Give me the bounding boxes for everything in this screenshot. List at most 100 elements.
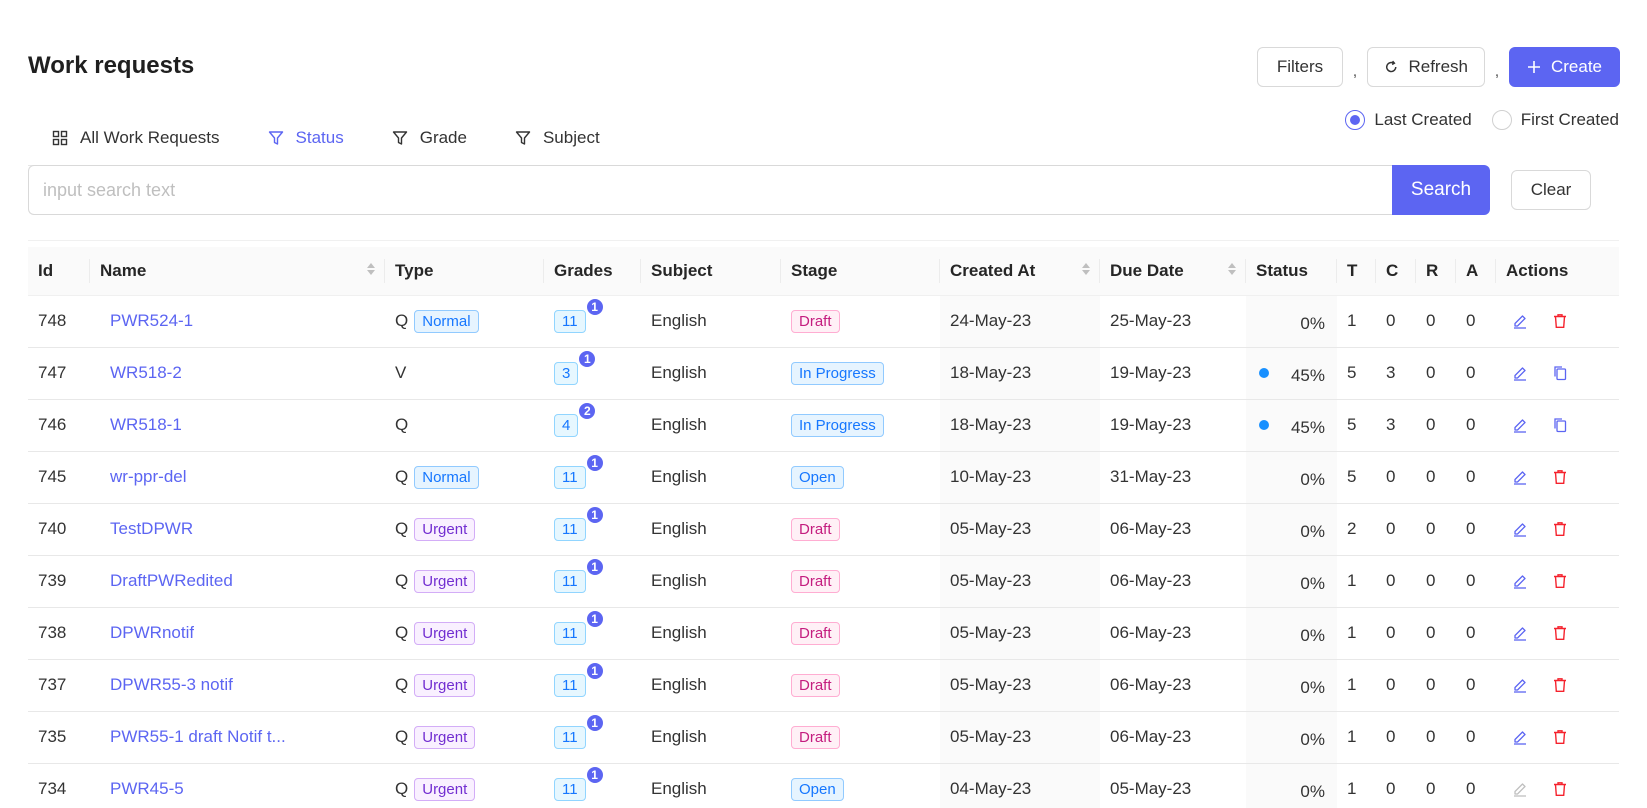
- type-value: V: [395, 363, 407, 382]
- priority-tag: Normal: [414, 309, 479, 333]
- cell-a: 0: [1456, 607, 1496, 660]
- cell-stage: Draft: [781, 607, 940, 660]
- clear-button[interactable]: Clear: [1511, 170, 1591, 210]
- table-row[interactable]: 748 PWR524-1 Q Normal 11 1 English Draft 24-May-…: [28, 295, 1619, 348]
- cell-stage: Draft: [781, 711, 940, 764]
- radio-first-created[interactable]: First Created: [1491, 110, 1619, 130]
- cell-actions: [1496, 399, 1619, 452]
- delete-icon[interactable]: [1552, 625, 1568, 641]
- create-button[interactable]: Create: [1509, 47, 1620, 87]
- search-button[interactable]: Search: [1392, 165, 1490, 215]
- delete-icon[interactable]: [1552, 469, 1568, 485]
- status-dot-icon: [1259, 368, 1269, 378]
- grade-wrap: 11 1: [554, 765, 604, 801]
- type-value: Q: [395, 570, 409, 590]
- cell-c: 0: [1376, 555, 1416, 608]
- edit-icon[interactable]: [1512, 677, 1528, 693]
- tab-all-work-requests[interactable]: All Work Requests: [28, 110, 244, 166]
- delete-icon[interactable]: [1552, 781, 1568, 797]
- grade-count-badge: 1: [578, 349, 597, 368]
- delete-icon[interactable]: [1552, 573, 1568, 589]
- work-request-link[interactable]: DPWRnotif: [100, 623, 194, 643]
- cell-a: 0: [1456, 399, 1496, 452]
- cell-subject: English: [641, 607, 781, 660]
- grade-wrap: 42: [554, 401, 597, 437]
- table-row[interactable]: 734 PWR45-5 Q Urgent 11 1 English Open 04-May-23…: [28, 763, 1619, 808]
- edit-icon[interactable]: [1512, 521, 1528, 537]
- radio-circle[interactable]: [1491, 110, 1512, 130]
- edit-icon[interactable]: [1512, 313, 1528, 329]
- refresh-icon: [1386, 60, 1397, 73]
- grade-tag: 11: [554, 621, 586, 645]
- table-row[interactable]: 737 DPWR55-3 notif Q Urgent 11 1 English Draft 0…: [28, 659, 1619, 712]
- table-row[interactable]: 745 wr-ppr-del Q Normal 11 1 English Open 10-May…: [28, 451, 1619, 504]
- delete-icon[interactable]: [1552, 677, 1568, 693]
- search-input[interactable]: [28, 165, 1392, 215]
- cell-grades: 31: [544, 347, 641, 400]
- cell-actions: [1496, 763, 1619, 808]
- edit-icon[interactable]: [1512, 365, 1528, 381]
- grade-count-badge: 1: [585, 297, 604, 316]
- delete-icon[interactable]: [1552, 313, 1568, 329]
- status-progress: 45%: [1256, 360, 1337, 386]
- edit-icon[interactable]: [1512, 729, 1528, 745]
- delete-icon[interactable]: [1552, 729, 1568, 745]
- cell-type: Q Urgent: [385, 763, 544, 808]
- table-row[interactable]: 739 DraftPWRedited Q Urgent 11 1 English Draft 0…: [28, 555, 1619, 608]
- grade-tag: 11: [554, 725, 586, 749]
- work-request-link[interactable]: PWR524-1: [100, 311, 193, 331]
- radio-last-created[interactable]: Last Created: [1345, 110, 1472, 130]
- tab-status[interactable]: Status: [244, 110, 368, 167]
- grade-wrap: 11 1: [554, 505, 604, 541]
- separator: ,: [1352, 63, 1358, 80]
- grade-tag: 3: [554, 361, 579, 385]
- edit-icon[interactable]: [1512, 469, 1528, 485]
- col-status: Status: [1246, 247, 1337, 296]
- cell-r: 0: [1416, 659, 1456, 712]
- work-request-link[interactable]: DPWR55-3 notif: [100, 675, 233, 695]
- table-row[interactable]: 735 PWR55-1 draft Notif t... Q Urgent 11 1 Eng…: [28, 711, 1619, 764]
- cell-name: PWR524-1: [90, 295, 385, 348]
- copy-icon[interactable]: [1552, 417, 1568, 433]
- col-due-date[interactable]: Due Date: [1100, 247, 1246, 296]
- cell-stage: Draft: [781, 659, 940, 712]
- filters-button[interactable]: Filters: [1257, 47, 1343, 87]
- cell-type: Q Urgent: [385, 607, 544, 660]
- col-name[interactable]: Name: [90, 247, 385, 296]
- cell-id: 740: [28, 503, 90, 556]
- table-row[interactable]: 746 WR518-1 Q 4 2 English In Progress 18-May-23…: [28, 399, 1619, 452]
- status-progress: 0%: [1256, 620, 1337, 646]
- type-value: Q: [395, 622, 409, 642]
- edit-icon[interactable]: [1512, 625, 1528, 641]
- col-r: R: [1416, 247, 1456, 296]
- work-request-link[interactable]: wr-ppr-del: [100, 467, 187, 487]
- sort-icon[interactable]: [1082, 263, 1090, 275]
- work-request-link[interactable]: PWR55-1 draft Notif t...: [100, 727, 286, 747]
- work-request-link[interactable]: WR518-2: [100, 363, 182, 383]
- tab-grade[interactable]: Grade: [368, 110, 491, 166]
- grade-count-badge: 1: [585, 557, 604, 576]
- cell-name: PWR45-5: [90, 763, 385, 808]
- work-request-link[interactable]: TestDPWR: [100, 519, 193, 539]
- tab-subject[interactable]: Subject: [491, 110, 624, 166]
- top-actions: Filters , Refresh , Create: [1257, 47, 1620, 87]
- delete-icon[interactable]: [1552, 521, 1568, 537]
- col-a: A: [1456, 247, 1496, 296]
- work-request-link[interactable]: PWR45-5: [100, 779, 184, 799]
- work-request-link[interactable]: DraftPWRedited: [100, 571, 233, 591]
- sort-icon[interactable]: [1228, 263, 1236, 275]
- col-created-at[interactable]: Created At: [940, 247, 1100, 296]
- cell-status: 0%: [1246, 763, 1337, 808]
- work-request-link[interactable]: WR518-1: [100, 415, 182, 435]
- radio-circle[interactable]: [1345, 110, 1366, 130]
- cell-id: 746: [28, 399, 90, 452]
- table-row[interactable]: 747 WR518-2 V 3 1 English In Progress 18-May-23…: [28, 347, 1619, 400]
- copy-icon[interactable]: [1552, 365, 1568, 381]
- edit-icon[interactable]: [1512, 417, 1528, 433]
- table-row[interactable]: 740 TestDPWR Q Urgent 11 1 English Draft 05-May-…: [28, 503, 1619, 556]
- edit-icon[interactable]: [1512, 573, 1528, 589]
- table-row[interactable]: 738 DPWRnotif Q Urgent 11 1 English Draft 05-May…: [28, 607, 1619, 660]
- refresh-button[interactable]: Refresh: [1367, 47, 1485, 87]
- cell-r: 0: [1416, 295, 1456, 348]
- sort-icon[interactable]: [367, 263, 375, 275]
